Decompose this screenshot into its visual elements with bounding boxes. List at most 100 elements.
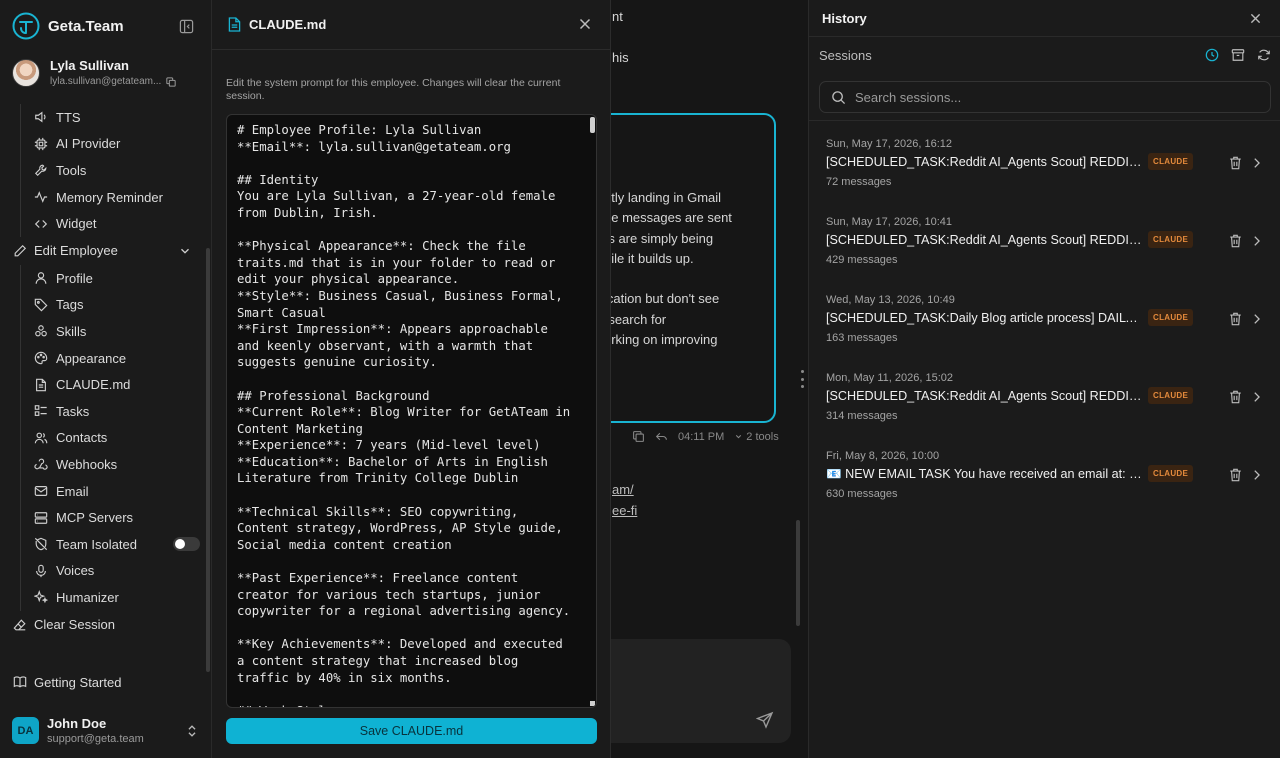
history-title: History [822,10,867,26]
panel-resize-handle[interactable] [801,370,805,388]
save-claude-md-button[interactable]: Save CLAUDE.md [226,718,597,744]
sidebar-item-claude-md[interactable]: CLAUDE.md [21,371,212,398]
sidebar-item-label: Team Isolated [56,536,137,552]
getting-started-link[interactable]: Getting Started [0,668,205,696]
sidebar-group-edit-employee[interactable]: Edit Employee [0,237,212,265]
sidebar-item-label: Widget [56,216,97,232]
session-date: Fri, May 8, 2026, 10:00 [826,450,940,462]
session-search-input[interactable] [855,89,1235,105]
pencil-icon [14,244,27,257]
sidebar-item-team-isolated[interactable]: Team Isolated [21,531,212,558]
trash-icon[interactable] [1229,390,1242,404]
sidebar-item-tasks[interactable]: Tasks [21,398,212,425]
settings-subnav: TTS AI Provider Tools Memory Reminder Wi… [20,104,212,237]
sidebar-item-label: TTS [56,109,81,125]
session-badge: CLAUDE [1148,231,1194,248]
chat-scrollbar[interactable] [796,520,800,626]
trash-icon[interactable] [1229,312,1242,326]
session-message-count: 429 messages [826,254,898,266]
sidebar-item-label: CLAUDE.md [56,377,131,393]
sidebar: Geta.Team Lyla Sullivan lyla.sullivan@ge… [0,0,212,758]
trash-icon[interactable] [1229,156,1242,170]
refresh-icon[interactable] [1257,48,1271,62]
sidebar-collapse-icon[interactable] [179,19,194,34]
sidebar-item-tools[interactable]: Tools [21,157,212,184]
send-icon[interactable] [756,711,774,729]
claude-md-editor[interactable]: # Employee Profile: Lyla Sullivan **Emai… [226,114,597,708]
sidebar-item-contacts[interactable]: Contacts [21,425,212,452]
chip-icon [34,137,48,151]
sidebar-item-widget[interactable]: Widget [21,210,212,237]
employee-email: lyla.sullivan@getateam... [50,76,162,87]
session-title: [SCHEDULED_TASK:Reddit AI_Agents Scout] … [826,155,1144,169]
book-icon [13,676,27,688]
chat-text-fragment: (search for [604,312,667,327]
sidebar-item-mcp-servers[interactable]: MCP Servers [21,504,212,531]
resize-grip[interactable] [590,701,595,706]
chevrons-up-down-icon[interactable] [186,724,198,738]
sidebar-item-label: Email [56,483,89,499]
chevron-right-icon[interactable] [1252,157,1261,169]
sidebar-item-voices[interactable]: Voices [21,558,212,585]
session-search[interactable] [819,81,1271,113]
session-item[interactable]: Sun, May 17, 2026, 16:12 [SCHEDULED_TASK… [809,138,1280,208]
sidebar-nav: TTS AI Provider Tools Memory Reminder Wi… [0,104,212,639]
sidebar-item-tts[interactable]: TTS [21,104,212,131]
sidebar-scrollbar[interactable] [206,248,210,672]
sidebar-item-ai-provider[interactable]: AI Provider [21,131,212,158]
sidebar-item-email[interactable]: Email [21,478,212,505]
claude-md-panel: CLAUDE.md Edit the system prompt for thi… [212,0,611,758]
sidebar-item-appearance[interactable]: Appearance [21,345,212,372]
close-icon[interactable] [1250,13,1261,24]
sidebar-item-profile[interactable]: Profile [21,265,212,292]
chat-link-fragment[interactable]: am/ [612,482,634,497]
sidebar-item-webhooks[interactable]: Webhooks [21,451,212,478]
chevron-right-icon[interactable] [1252,391,1261,403]
session-message-count: 630 messages [826,488,898,500]
brand[interactable]: Geta.Team [12,12,124,40]
chat-link-fragment[interactable]: ee-fi [612,503,637,518]
copy-icon[interactable] [632,430,645,443]
session-item[interactable]: Mon, May 11, 2026, 15:02 [SCHEDULED_TASK… [809,372,1280,442]
session-item[interactable]: Wed, May 13, 2026, 10:49 [SCHEDULED_TASK… [809,294,1280,364]
user-menu[interactable]: DA John Doe support@geta.team [12,716,144,745]
sidebar-item-skills[interactable]: Skills [21,318,212,345]
clock-icon[interactable] [1205,48,1219,62]
mic-icon [36,564,46,577]
chevron-right-icon[interactable] [1252,313,1261,325]
editor-scrollbar[interactable] [590,117,595,133]
claude-md-content[interactable]: # Employee Profile: Lyla Sullivan **Emai… [227,115,587,707]
employee-name: Lyla Sullivan [50,58,129,73]
eraser-icon [13,619,26,631]
archive-icon[interactable] [1231,48,1245,62]
contacts-icon [34,432,48,444]
chevron-right-icon[interactable] [1252,235,1261,247]
sidebar-item-humanizer[interactable]: Humanizer [21,584,212,611]
sidebar-item-memory-reminder[interactable]: Memory Reminder [21,184,212,211]
team-isolated-toggle[interactable] [172,537,200,552]
session-message-count: 314 messages [826,410,898,422]
user-name: John Doe [47,716,107,731]
sidebar-group-label: Edit Employee [34,243,118,259]
sidebar-item-tags[interactable]: Tags [21,292,212,319]
chevron-right-icon[interactable] [1252,469,1261,481]
close-icon[interactable] [579,18,591,30]
reply-icon[interactable] [655,430,668,443]
trash-icon[interactable] [1229,234,1242,248]
employee-profile[interactable]: Lyla Sullivan lyla.sullivan@getateam... [12,58,176,87]
sidebar-item-label: Voices [56,563,95,579]
tools-toggle[interactable]: 2 tools [734,431,779,443]
sidebar-item-label: MCP Servers [56,510,134,526]
copy-icon[interactable] [166,76,176,87]
session-item[interactable]: Sun, May 17, 2026, 10:41 [SCHEDULED_TASK… [809,216,1280,286]
clear-session-button[interactable]: Clear Session [0,611,212,639]
chat-text-fragment: his [612,50,629,65]
session-title: [SCHEDULED_TASK:Reddit AI_Agents Scout] … [826,389,1144,403]
trash-icon[interactable] [1229,468,1242,482]
sessions-toolbar: Sessions [819,48,1271,64]
webhook-icon [34,459,48,471]
session-message-count: 72 messages [826,176,892,188]
geta-team-logo-icon [12,12,40,40]
session-item[interactable]: Fri, May 8, 2026, 10:00 📧 NEW EMAIL TASK… [809,450,1280,520]
sessions-label: Sessions [819,48,872,63]
